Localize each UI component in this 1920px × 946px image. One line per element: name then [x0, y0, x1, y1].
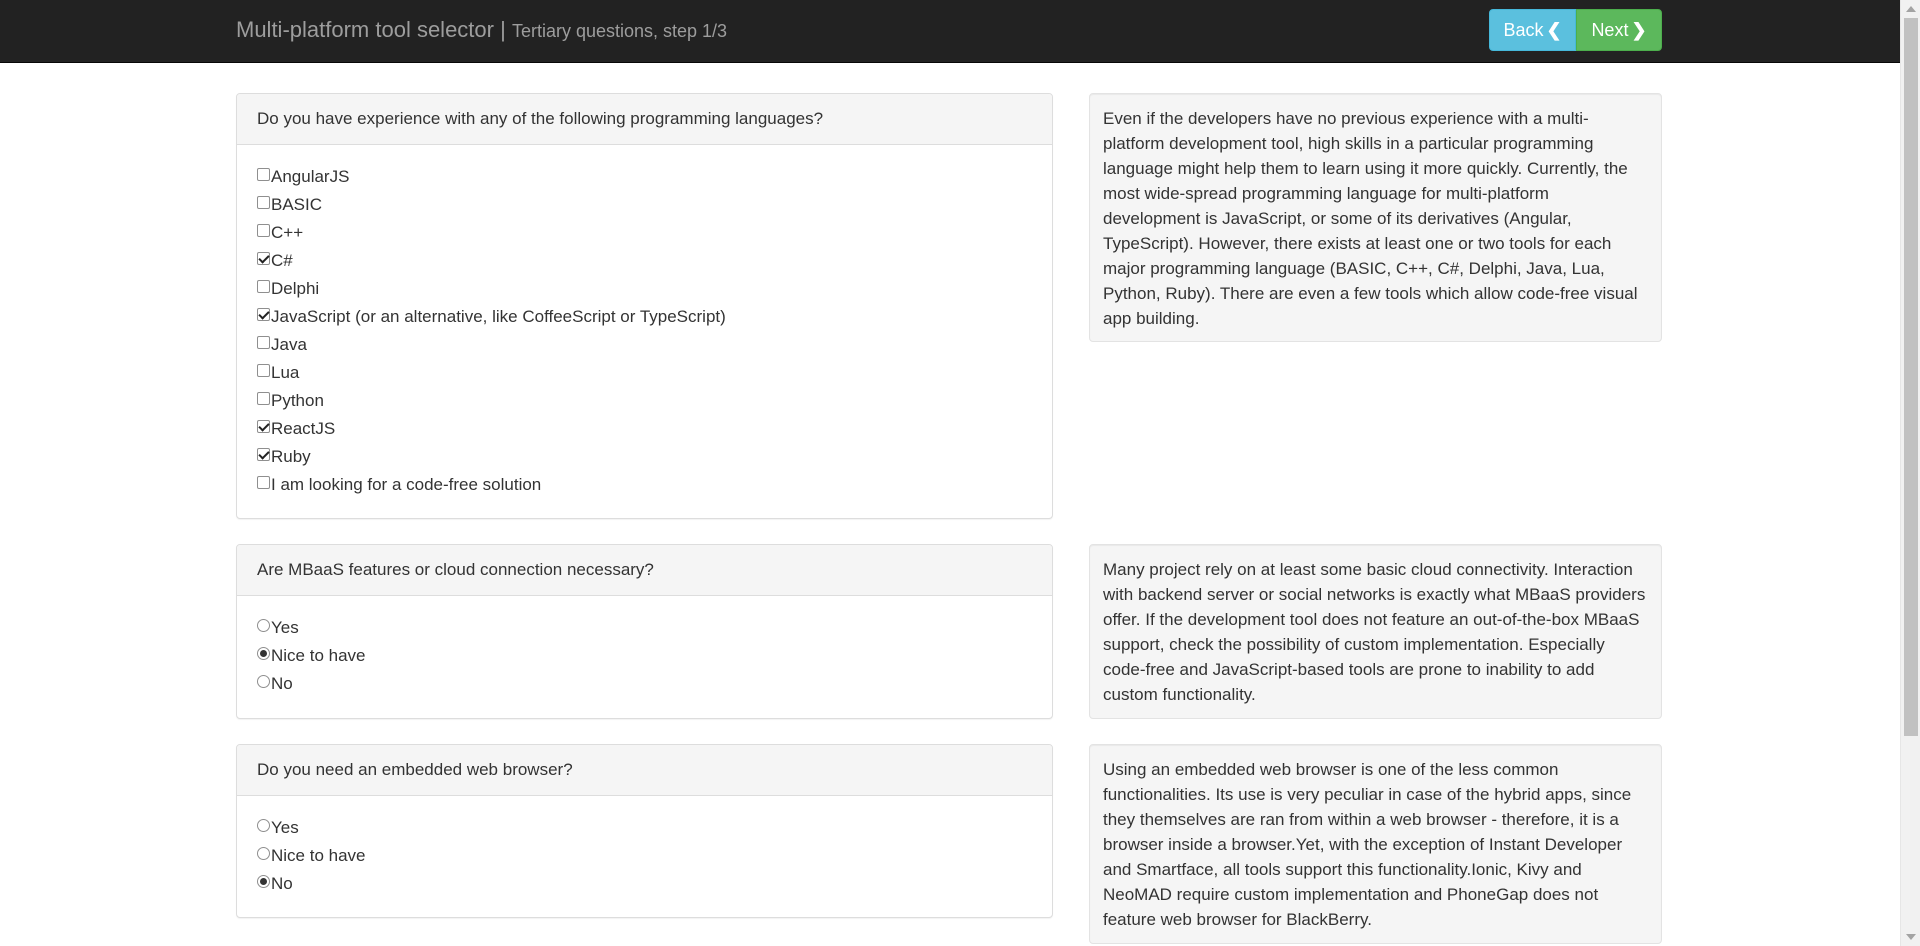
option-csharp[interactable]: C# [257, 251, 1032, 279]
info-box-mbaas: Many project rely on at least some basic… [1089, 544, 1662, 719]
option-yes[interactable]: Yes [257, 818, 1032, 846]
option-no[interactable]: No [257, 874, 1032, 902]
checkbox[interactable] [257, 280, 270, 293]
option-label: Java [271, 335, 307, 354]
info-box-languages: Even if the developers have no previous … [1089, 93, 1662, 342]
question-panel-languages: Do you have experience with any of the f… [236, 93, 1053, 519]
checkbox[interactable] [257, 252, 270, 265]
option-label: Ruby [271, 447, 311, 466]
option-python[interactable]: Python [257, 391, 1032, 419]
radio-button[interactable] [257, 819, 270, 832]
next-button[interactable]: Next ❯ [1576, 9, 1662, 51]
option-label: No [271, 874, 293, 893]
question-panel-mbaas: Are MBaaS features or cloud connection n… [236, 544, 1053, 719]
option-label: Nice to have [271, 646, 366, 665]
option-javascript[interactable]: JavaScript (or an alternative, like Coff… [257, 307, 1032, 335]
option-label: BASIC [271, 195, 323, 214]
step-subtitle: Tertiary questions, step 1/3 [511, 21, 728, 41]
navigation-buttons: Back ❮ Next ❯ [1489, 9, 1662, 51]
checkbox[interactable] [257, 476, 270, 489]
app-title: Multi-platform tool selector | Tertiary … [236, 17, 727, 43]
checkbox[interactable] [257, 196, 270, 209]
checkbox[interactable] [257, 336, 270, 349]
option-cpp[interactable]: C++ [257, 223, 1032, 251]
option-nice-to-have[interactable]: Nice to have [257, 846, 1032, 874]
option-label: Nice to have [271, 846, 366, 865]
option-lua[interactable]: Lua [257, 363, 1032, 391]
option-label: ReactJS [271, 419, 336, 438]
option-ruby[interactable]: Ruby [257, 447, 1032, 475]
question-title: Do you need an embedded web browser? [237, 745, 1052, 796]
scroll-up-icon[interactable] [1906, 6, 1916, 12]
next-button-label: Next [1591, 19, 1629, 40]
option-reactjs[interactable]: ReactJS [257, 419, 1032, 447]
option-label: C++ [271, 223, 304, 242]
scroll-down-icon[interactable] [1906, 934, 1916, 940]
checkbox[interactable] [257, 168, 270, 181]
checkbox[interactable] [257, 448, 270, 461]
option-label: AngularJS [271, 167, 350, 186]
checkbox[interactable] [257, 420, 270, 433]
app-title-text: Multi-platform tool selector [236, 17, 494, 42]
checkbox[interactable] [257, 364, 270, 377]
question-panel-web-browser: Do you need an embedded web browser? Yes… [236, 744, 1053, 918]
option-label: Yes [271, 618, 299, 637]
option-label: No [271, 674, 293, 693]
option-yes[interactable]: Yes [257, 618, 1032, 646]
vertical-scrollbar[interactable] [1900, 0, 1920, 946]
checkbox[interactable] [257, 392, 270, 405]
option-label: Lua [271, 363, 300, 382]
navbar: Multi-platform tool selector | Tertiary … [0, 0, 1900, 63]
back-button-label: Back [1503, 19, 1544, 40]
chevron-left-icon: ❮ [1546, 19, 1562, 40]
option-code-free[interactable]: I am looking for a code-free solution [257, 475, 1032, 503]
info-box-web-browser: Using an embedded web browser is one of … [1089, 744, 1662, 944]
option-angularjs[interactable]: AngularJS [257, 167, 1032, 195]
option-no[interactable]: No [257, 674, 1032, 702]
question-title: Are MBaaS features or cloud connection n… [237, 545, 1052, 596]
scrollbar-thumb[interactable] [1904, 18, 1918, 736]
radio-button[interactable] [257, 647, 270, 660]
option-nice-to-have[interactable]: Nice to have [257, 646, 1032, 674]
checkbox[interactable] [257, 224, 270, 237]
radio-button[interactable] [257, 875, 270, 888]
option-label: I am looking for a code-free solution [271, 475, 542, 494]
chevron-right-icon: ❯ [1631, 19, 1647, 40]
radio-button[interactable] [257, 847, 270, 860]
option-label: Python [271, 391, 324, 410]
option-delphi[interactable]: Delphi [257, 279, 1032, 307]
title-separator: | [493, 17, 512, 42]
question-title: Do you have experience with any of the f… [237, 94, 1052, 145]
option-basic[interactable]: BASIC [257, 195, 1032, 223]
checkbox[interactable] [257, 308, 270, 321]
option-label: Yes [271, 818, 299, 837]
option-label: JavaScript (or an alternative, like Coff… [271, 307, 726, 326]
option-label: Delphi [271, 279, 320, 298]
radio-button[interactable] [257, 619, 270, 632]
option-java[interactable]: Java [257, 335, 1032, 363]
option-label: C# [271, 251, 293, 270]
radio-button[interactable] [257, 675, 270, 688]
back-button[interactable]: Back ❮ [1489, 9, 1576, 51]
